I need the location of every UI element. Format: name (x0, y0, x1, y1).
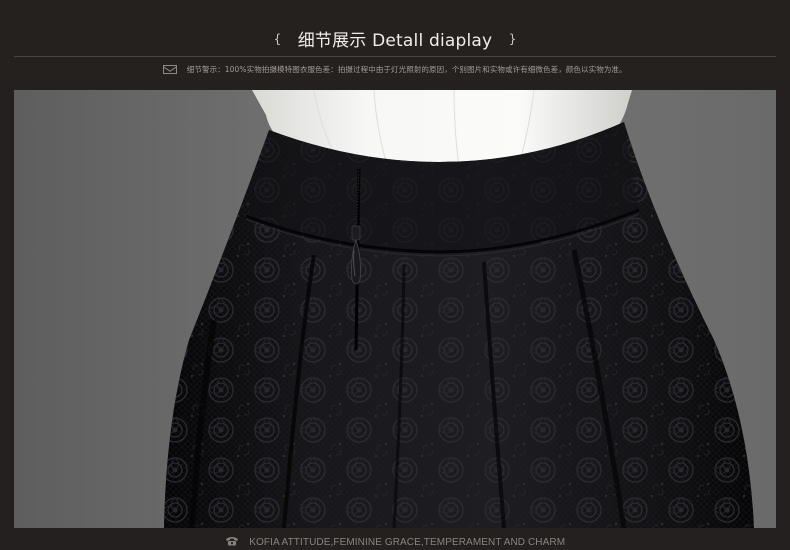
lace-skirt-image (14, 90, 776, 528)
mail-icon (163, 65, 178, 75)
section-title: { 细节展示 Detall diaplay } (0, 26, 790, 54)
footer-text: KOFIA ATTITUDE,FEMININE GRACE,TEMPERAMEN… (249, 536, 566, 548)
notice-text: 细节警示：100%实物拍摄模特图衣服色差：拍摄过程中由于灯光照射的原因，个别图片… (186, 65, 627, 75)
notice: 细节警示：100%实物拍摄模特图衣服色差：拍摄过程中由于灯光照射的原因，个别图片… (0, 61, 790, 75)
left-brace: { (273, 31, 282, 46)
title-text: 细节展示 Detall diaplay (297, 31, 493, 51)
footer-slogan: KOFIA ATTITUDE,FEMININE GRACE,TEMPERAMEN… (0, 533, 790, 550)
divider (14, 56, 776, 57)
right-brace: } (508, 31, 517, 46)
phone-icon (225, 533, 239, 550)
product-photo (14, 90, 776, 528)
